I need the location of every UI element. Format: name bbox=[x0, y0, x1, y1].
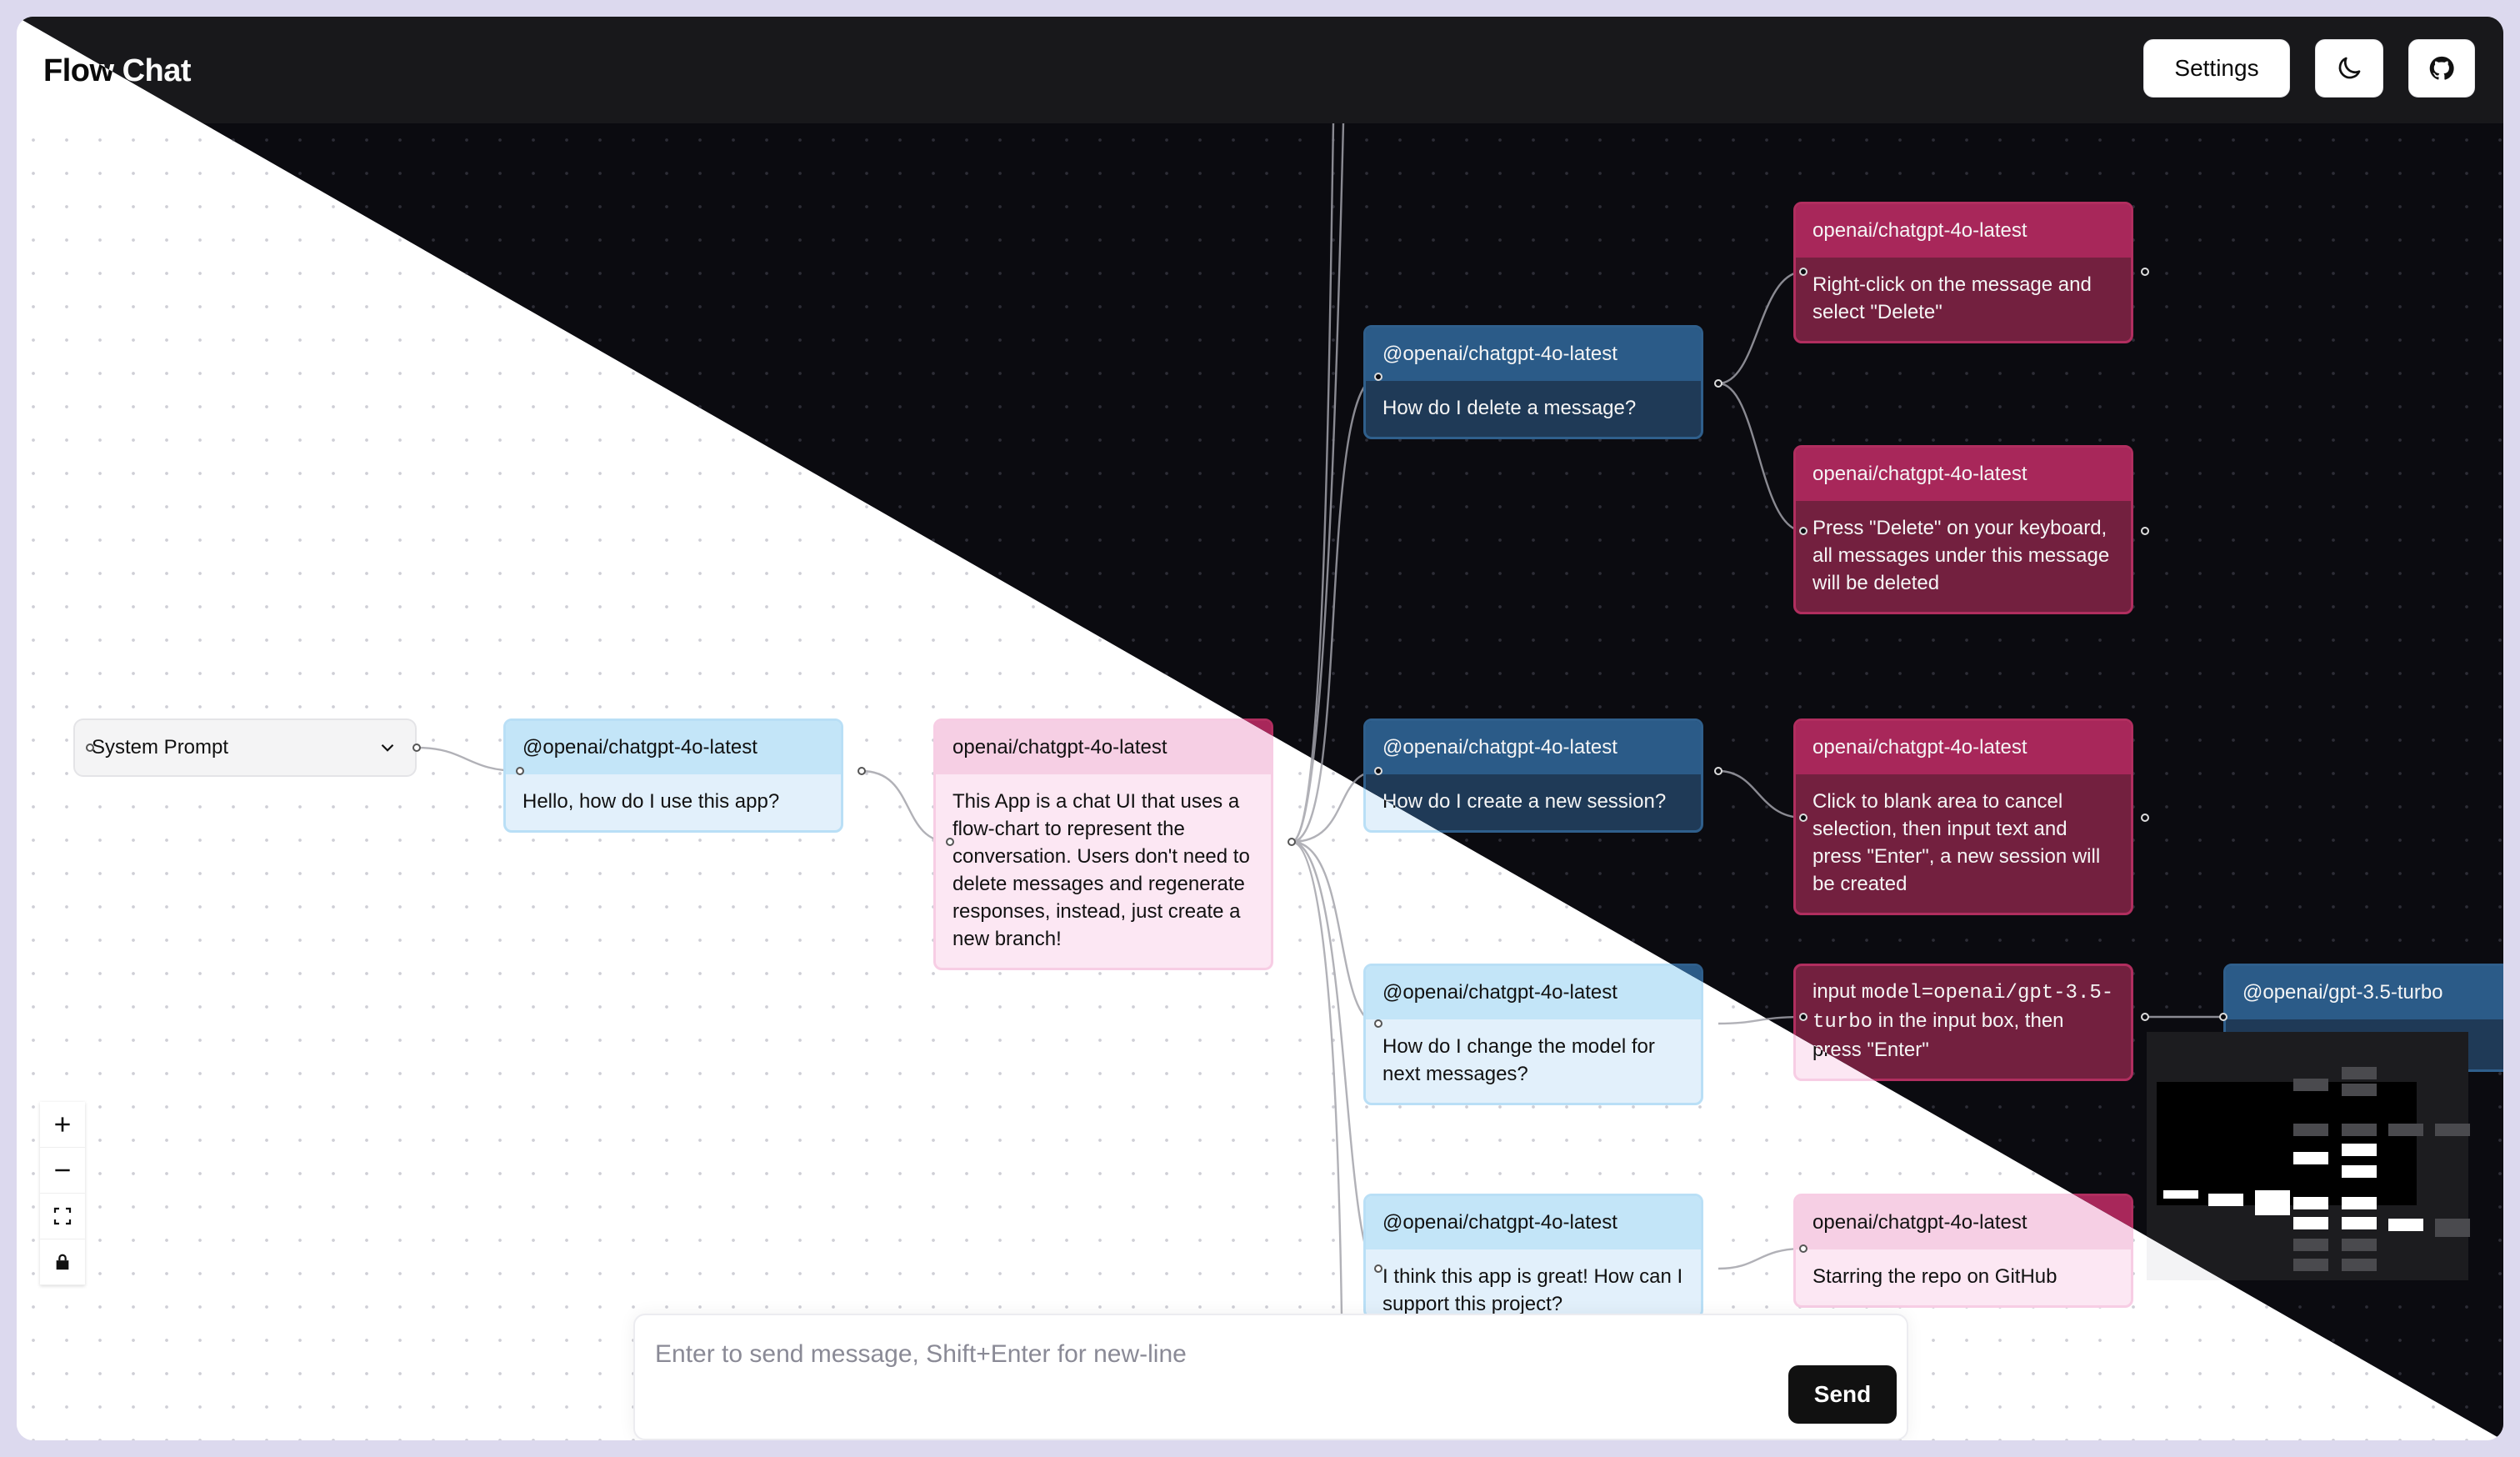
node-model-label: openai/chatgpt-4o-latest bbox=[1796, 204, 2131, 258]
message-node-assistant[interactable]: openai/chatgpt-4o-latest Click to blank … bbox=[1793, 718, 2133, 915]
node-model-label: openai/chatgpt-4o-latest bbox=[1796, 448, 2131, 501]
system-prompt-label: System Prompt bbox=[92, 736, 229, 759]
node-message-text: I think this app is great! How can I sup… bbox=[1382, 1265, 1683, 1315]
node-handle[interactable] bbox=[1799, 814, 1808, 822]
message-node-user[interactable]: @openai/chatgpt-4o-latest How do I creat… bbox=[1363, 718, 1703, 833]
node-handle[interactable] bbox=[2141, 268, 2149, 276]
node-model-label: @openai/chatgpt-4o-latest bbox=[1366, 721, 1701, 774]
message-node-assistant[interactable]: openai/chatgpt-4o-latest Right-click on … bbox=[1793, 202, 2133, 343]
message-node-user[interactable]: @openai/chatgpt-4o-latest Hello, how do … bbox=[503, 718, 843, 833]
node-handle[interactable] bbox=[1799, 527, 1808, 535]
node-handle[interactable] bbox=[2141, 1013, 2149, 1021]
send-button[interactable]: Send bbox=[1788, 1365, 1897, 1424]
lock-icon bbox=[56, 1254, 69, 1270]
zoom-controls bbox=[40, 1102, 85, 1285]
minimap-viewport bbox=[2157, 1082, 2417, 1205]
node-handle[interactable] bbox=[1374, 373, 1382, 381]
node-model-label: openai/chatgpt-4o-latest bbox=[1796, 1196, 2131, 1249]
message-node-assistant[interactable]: openai/chatgpt-4o-latest Press "Delete" … bbox=[1793, 445, 2133, 614]
message-node-user[interactable]: @openai/chatgpt-4o-latest How do I chang… bbox=[1363, 964, 1703, 1105]
node-message-text: Click to blank area to cancel selection,… bbox=[1812, 790, 2101, 895]
node-model-label: openai/chatgpt-4o-latest bbox=[936, 721, 1271, 774]
node-message-text: input model=openai/gpt-3.5-turbo in the … bbox=[1812, 980, 2114, 1061]
minimap[interactable] bbox=[2147, 1032, 2470, 1280]
node-handle[interactable] bbox=[1374, 1019, 1382, 1028]
node-handle[interactable] bbox=[1714, 379, 1722, 388]
fit-view-icon bbox=[53, 1207, 72, 1225]
zoom-out-button[interactable] bbox=[40, 1148, 85, 1194]
node-handle[interactable] bbox=[2141, 814, 2149, 822]
lock-button[interactable] bbox=[40, 1239, 85, 1285]
minus-icon bbox=[55, 1169, 70, 1172]
node-model-label: @openai/chatgpt-4o-latest bbox=[1366, 1196, 1701, 1249]
node-handle[interactable] bbox=[1799, 268, 1808, 276]
zoom-in-button[interactable] bbox=[40, 1102, 85, 1148]
node-handle[interactable] bbox=[2219, 1013, 2228, 1021]
node-handle[interactable] bbox=[86, 744, 94, 752]
node-handle[interactable] bbox=[2141, 527, 2149, 535]
node-handle[interactable] bbox=[1799, 1013, 1808, 1021]
node-model-label: @openai/chatgpt-4o-latest bbox=[1366, 328, 1701, 381]
node-handle[interactable] bbox=[1374, 1264, 1382, 1273]
node-handle[interactable] bbox=[946, 838, 954, 846]
message-node-assistant[interactable]: openai/chatgpt-4o-latest Starring the re… bbox=[1793, 1194, 2133, 1308]
node-model-label: @openai/chatgpt-4o-latest bbox=[506, 721, 841, 774]
message-node-user[interactable]: @openai/chatgpt-4o-latest How do I delet… bbox=[1363, 325, 1703, 439]
node-message-text: This App is a chat UI that uses a flow-c… bbox=[952, 790, 1250, 950]
message-node-user[interactable]: @openai/chatgpt-4o-latest I think this a… bbox=[1363, 1194, 1703, 1319]
node-message-text: Starring the repo on GitHub bbox=[1812, 1265, 2058, 1288]
node-handle[interactable] bbox=[1374, 767, 1382, 775]
node-message-text: Press "Delete" on your keyboard, all mes… bbox=[1812, 517, 2110, 594]
chevron-down-icon[interactable] bbox=[377, 737, 398, 759]
node-message-text: Hello, how do I use this app? bbox=[522, 790, 780, 813]
plus-icon bbox=[55, 1117, 70, 1132]
system-prompt-node[interactable]: System Prompt bbox=[73, 718, 417, 777]
node-message-text: How do I delete a message? bbox=[1382, 397, 1637, 419]
message-node-assistant[interactable]: openai/chatgpt-4o-latest This App is a c… bbox=[933, 718, 1273, 970]
node-model-label: openai/chatgpt-4o-latest bbox=[1796, 721, 2131, 774]
node-handle[interactable] bbox=[412, 744, 421, 752]
fit-view-button[interactable] bbox=[40, 1194, 85, 1239]
node-handle[interactable] bbox=[1714, 767, 1722, 775]
app-window: Flow Chat Settings bbox=[17, 17, 2503, 1440]
node-model-label: @openai/chatgpt-4o-latest bbox=[1366, 966, 1701, 1019]
node-message-text: How do I change the model for next messa… bbox=[1382, 1035, 1655, 1085]
node-handle[interactable] bbox=[1799, 1244, 1808, 1253]
node-handle[interactable] bbox=[1288, 838, 1296, 846]
message-input[interactable]: Enter to send message, Shift+Enter for n… bbox=[655, 1340, 1187, 1369]
node-handle[interactable] bbox=[858, 767, 866, 775]
node-handle[interactable] bbox=[516, 767, 524, 775]
node-message-text: Right-click on the message and select "D… bbox=[1812, 273, 2092, 323]
message-composer: Enter to send message, Shift+Enter for n… bbox=[633, 1314, 1908, 1440]
node-model-label: @openai/gpt-3.5-turbo bbox=[2226, 966, 2503, 1019]
